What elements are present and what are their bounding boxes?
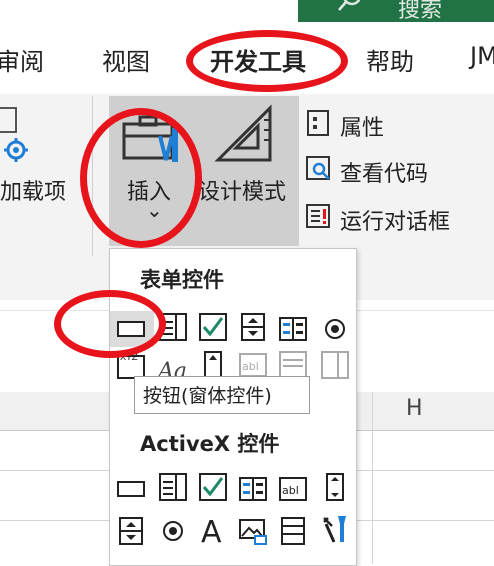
more-controls-icon[interactable] (320, 514, 350, 544)
activex-scroll-bar-icon[interactable] (320, 472, 350, 502)
activex-image-icon[interactable] (238, 516, 268, 546)
search-icon[interactable] (334, 0, 362, 16)
tooltip: 按钮(窗体控件) (134, 376, 310, 414)
view-code-icon[interactable] (306, 156, 332, 182)
design-mode-label: 设计模式 (198, 180, 287, 205)
svg-text:abl: abl (242, 360, 259, 373)
activex-list-box-icon[interactable] (238, 474, 268, 504)
view-code-label[interactable]: 查看代码 (340, 156, 428, 188)
tab-jm[interactable]: JM (470, 42, 494, 70)
addins-icon[interactable] (0, 106, 34, 166)
search-placeholder: 搜索 (398, 0, 443, 23)
svg-text:abl: abl (282, 484, 299, 497)
combo-dropdown-edit-icon (321, 351, 349, 379)
properties-label[interactable]: 属性 (340, 110, 384, 142)
activex-spin-button-icon[interactable] (116, 516, 146, 546)
option-button-icon[interactable] (320, 314, 350, 344)
properties-icon[interactable] (306, 110, 332, 136)
annotation-ellipse-insert (80, 108, 202, 248)
run-dialog-icon[interactable] (306, 204, 332, 230)
tab-view[interactable]: 视图 (102, 42, 150, 77)
activex-checkbox-icon[interactable] (198, 472, 228, 502)
svg-text:A: A (201, 515, 222, 544)
run-dialog-label[interactable]: 运行对话框 (340, 204, 450, 236)
addins-label: 加载项 (0, 180, 67, 205)
activex-combo-box-icon[interactable] (158, 472, 188, 502)
activex-text-box-icon[interactable]: abl (278, 474, 308, 504)
annotation-ellipse-developer-tab (186, 30, 348, 92)
search-bar[interactable] (298, 0, 494, 22)
tab-help[interactable]: 帮助 (366, 42, 414, 77)
activex-controls-title: ActiveX 控件 (140, 432, 280, 456)
list-box-icon[interactable] (278, 314, 308, 344)
checkbox-icon[interactable] (198, 312, 228, 342)
design-mode-icon[interactable] (214, 104, 276, 166)
activex-command-button-icon[interactable] (116, 474, 146, 504)
activex-label-icon[interactable]: A (198, 514, 228, 544)
tab-review[interactable]: 审阅 (0, 42, 44, 77)
column-separator (372, 392, 373, 564)
activex-option-button-icon[interactable] (158, 516, 188, 546)
column-header-h[interactable]: H (406, 396, 423, 421)
form-controls-title: 表单控件 (140, 268, 224, 292)
annotation-ellipse-button-control (54, 290, 166, 358)
activex-toggle-button-icon[interactable] (278, 516, 308, 546)
spin-button-icon[interactable] (238, 312, 268, 342)
